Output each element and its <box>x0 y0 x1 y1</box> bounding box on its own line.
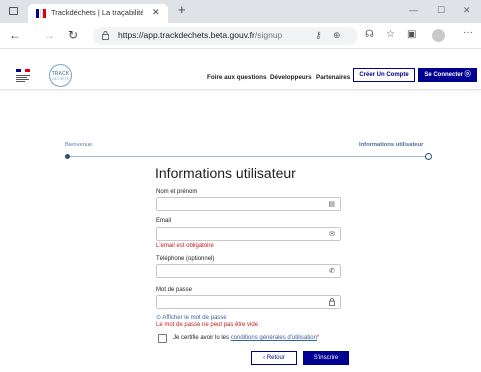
browser-tab[interactable]: Trackdéchets | La traçabilité des ✕ <box>28 4 168 23</box>
cgu-link[interactable]: conditions générales d'utilisation <box>231 335 317 341</box>
page-title: Informations utilisateur <box>155 165 296 181</box>
lock-icon <box>329 298 335 309</box>
republique-francaise-logo <box>16 69 30 82</box>
tab-close-icon[interactable]: ✕ <box>152 7 160 18</box>
tab-bar: Trackdéchets | La traçabilité des ✕ + — … <box>0 0 481 23</box>
browser-window: Trackdéchets | La traçabilité des ✕ + — … <box>0 0 481 372</box>
cgu-checkbox[interactable] <box>158 334 167 343</box>
key-icon[interactable]: ⚷ <box>315 30 322 41</box>
phone-input[interactable]: ✆ <box>156 264 341 278</box>
name-input[interactable]: ▤ <box>156 197 341 211</box>
url-text: https://app.trackdechets.beta.gouv.fr/si… <box>118 30 283 40</box>
trackdechets-logo[interactable]: TRACK DÉCHETS <box>49 64 72 87</box>
maximize-icon[interactable]: ☐ <box>437 5 445 16</box>
step-dot-completed <box>65 154 70 159</box>
mail-icon: ✉ <box>329 231 335 238</box>
address-bar[interactable]: https://app.trackdechets.beta.gouv.fr/si… <box>93 27 358 45</box>
tab-actions-icon[interactable] <box>9 7 18 15</box>
settings-menu-icon[interactable]: ··· <box>463 27 473 38</box>
login-button[interactable]: Se Connecter ⓞ <box>418 68 477 82</box>
lock-icon <box>102 31 109 40</box>
site-header: TRACK DÉCHETS Foire aux questions Dévelo… <box>0 50 481 90</box>
show-password-toggle[interactable]: ⊙ Afficher le mot de passe <box>156 314 227 321</box>
browser-toolbar: ← → ↻ https://app.trackdechets.beta.gouv… <box>0 23 481 49</box>
forward-arrow-icon[interactable]: → <box>43 28 55 42</box>
back-arrow-icon[interactable]: ← <box>9 28 21 42</box>
create-account-button[interactable]: Créer Un Compte <box>353 68 415 82</box>
password-label: Mot de passe <box>156 287 193 293</box>
trackdechets-favicon-icon <box>36 9 46 18</box>
favorite-icon[interactable]: ☆ <box>386 29 395 40</box>
read-aloud-icon[interactable]: ☊ <box>365 29 374 40</box>
nav-developers[interactable]: Développeurs <box>270 74 312 81</box>
nav-partners[interactable]: Partenaires <box>316 74 350 81</box>
phone-icon: ✆ <box>329 268 335 275</box>
collections-icon[interactable]: ▣ <box>407 29 416 40</box>
profile-avatar[interactable] <box>432 29 445 42</box>
tab-title: Trackdéchets | La traçabilité des <box>51 8 143 17</box>
signup-button[interactable]: S'inscrire <box>303 351 349 365</box>
zoom-icon[interactable]: ⊕ <box>333 30 341 41</box>
step-welcome: Bienvenue <box>65 142 93 148</box>
email-label: Email <box>156 218 172 224</box>
password-error: Le mot de passe ne peut pas être vide <box>156 322 259 328</box>
minimize-icon[interactable]: — <box>409 5 418 15</box>
new-tab-icon[interactable]: + <box>178 3 186 17</box>
nav-faq[interactable]: Foire aux questions <box>207 74 266 81</box>
id-card-icon: ▤ <box>328 201 335 208</box>
name-label: Nom et prénom <box>156 189 198 195</box>
stepper-line <box>67 156 429 157</box>
password-input[interactable] <box>156 295 341 309</box>
step-dot-current <box>425 153 432 160</box>
email-input[interactable]: ✉ <box>156 227 341 241</box>
step-user-info: Informations utilisateur <box>359 142 424 148</box>
close-window-icon[interactable]: ✕ <box>463 5 471 16</box>
reload-icon[interactable]: ↻ <box>68 28 78 42</box>
email-error: L'email est obligatoire <box>156 243 214 249</box>
cgu-label: Je certifie avoir lu les conditions géné… <box>173 335 320 341</box>
phone-label: Téléphone (optionnel) <box>156 256 215 262</box>
back-button[interactable]: ‹ Retour <box>251 351 297 365</box>
